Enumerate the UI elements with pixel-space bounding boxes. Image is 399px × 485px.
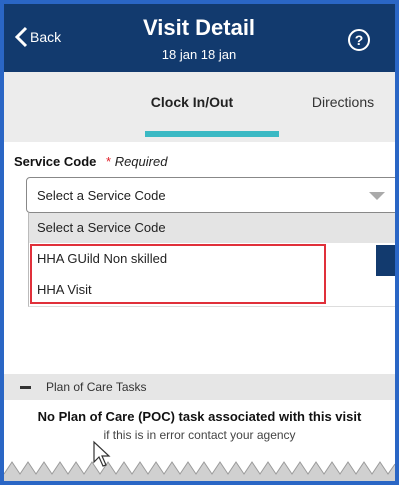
question-circle-icon: ? xyxy=(354,32,364,48)
required-text: Required xyxy=(114,154,168,169)
page-subtitle: 18 jan 18 jan xyxy=(161,47,237,62)
tab-directions[interactable]: Directions xyxy=(298,94,388,110)
page-title: Visit Detail xyxy=(142,15,256,40)
service-code-title: Service Code xyxy=(14,154,97,169)
required-note: * Required xyxy=(106,154,167,169)
zigzag-decoration xyxy=(4,448,395,481)
active-tab-indicator xyxy=(145,131,279,137)
minus-icon xyxy=(20,386,31,389)
tab-bar: Clock In/Out Directions xyxy=(4,72,395,142)
dropdown-option[interactable]: Select a Service Code xyxy=(29,213,395,243)
back-label: Back xyxy=(30,29,62,45)
app-header: Back Visit Detail 18 jan 18 jan ? xyxy=(4,4,395,72)
mouse-cursor-icon xyxy=(93,440,111,467)
hidden-button-edge[interactable] xyxy=(376,245,395,276)
plan-of-care-header[interactable]: Plan of Care Tasks xyxy=(4,374,395,400)
chevron-left-icon xyxy=(14,26,28,48)
service-code-selected-value: Select a Service Code xyxy=(37,188,166,203)
service-code-label: Service Code * Required xyxy=(14,154,167,169)
tab-clock-in-out[interactable]: Clock In/Out xyxy=(134,94,250,110)
caret-down-icon xyxy=(369,192,385,200)
back-button[interactable]: Back xyxy=(14,26,61,48)
help-button[interactable]: ? xyxy=(348,29,370,51)
required-star: * xyxy=(106,154,112,169)
no-poc-message: No Plan of Care (POC) task associated wi… xyxy=(37,409,362,424)
annotation-highlight-box xyxy=(30,244,326,304)
plan-of-care-title: Plan of Care Tasks xyxy=(46,380,147,394)
no-poc-sub-message: if this is in error contact your agency xyxy=(103,428,296,442)
service-code-select[interactable]: Select a Service Code xyxy=(26,177,395,213)
app-frame: Back Visit Detail 18 jan 18 jan ? Clock … xyxy=(4,4,395,481)
